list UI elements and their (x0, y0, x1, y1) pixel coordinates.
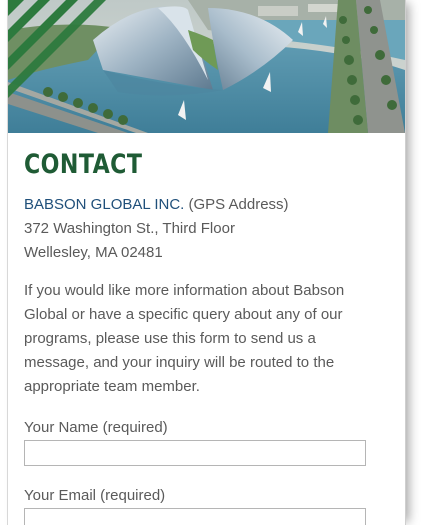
intro-paragraph: If you would like more information about… (24, 282, 345, 395)
address-line-2: Wellesley, MA 02481 (24, 244, 163, 261)
address-line-1: 372 Washington St., Third Floor (24, 220, 235, 237)
name-input[interactable] (24, 440, 366, 466)
contact-content: CONTACT BABSON GLOBAL INC. (GPS Address)… (24, 133, 384, 525)
email-input[interactable] (24, 508, 366, 525)
page-title: CONTACT (24, 149, 143, 180)
email-label: Your Email (required) (24, 487, 166, 504)
org-name-link[interactable]: BABSON GLOBAL INC. (24, 196, 184, 213)
name-label: Your Name (required) (24, 419, 168, 436)
contact-card: CONTACT BABSON GLOBAL INC. (GPS Address)… (7, 0, 406, 525)
hero-image (8, 0, 405, 133)
page: CONTACT BABSON GLOBAL INC. (GPS Address)… (0, 0, 423, 525)
org-note: (GPS Address) (184, 196, 289, 213)
org-line: BABSON GLOBAL INC. (GPS Address) (24, 193, 384, 217)
address-block: BABSON GLOBAL INC. (GPS Address) 372 Was… (24, 193, 384, 265)
hero-photo (8, 0, 405, 133)
